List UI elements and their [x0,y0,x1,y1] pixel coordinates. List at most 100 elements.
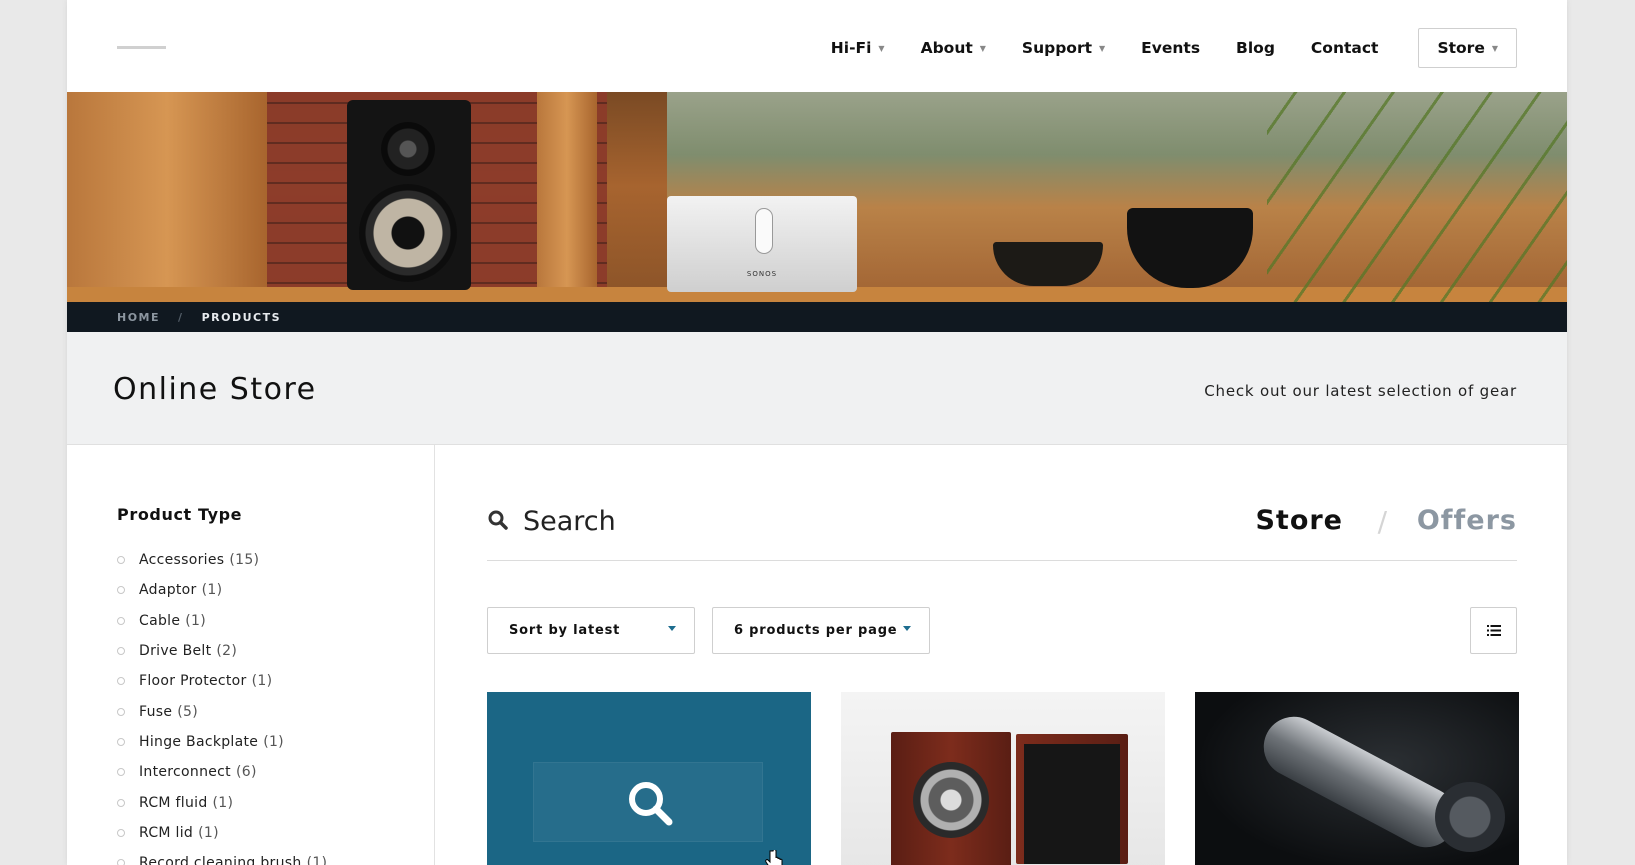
bullet-circle-icon [117,556,125,565]
nav-item-contact[interactable]: Contact [1311,39,1379,57]
list-view-button[interactable] [1470,607,1517,654]
caret-down-icon: ▼ [1491,43,1498,53]
sonos-device-image: SONOS [667,196,857,292]
category-item[interactable]: Adaptor (1) [117,575,327,605]
bullet-circle-icon [117,828,125,837]
category-count: (5) [177,703,199,720]
woofer [359,184,457,282]
category-label: Adaptor [139,582,197,599]
category-label: Interconnect [139,764,231,781]
nav-item-support[interactable]: Support ▼ [1022,39,1105,57]
nav-item-about[interactable]: About ▼ [921,39,986,57]
nav-item-blog[interactable]: Blog [1236,39,1275,57]
logo-placeholder[interactable] [117,46,166,49]
volume-control [755,208,773,254]
category-item[interactable]: RCM lid (1) [117,818,327,848]
category-item[interactable]: Record cleaning brush (1) [117,848,327,865]
category-label: Cable [139,612,181,629]
nav-item-hifi[interactable]: Hi-Fi ▼ [831,39,885,57]
sort-select-label: Sort by latest [509,623,621,638]
category-item[interactable]: Accessories (15) [117,545,327,575]
page-subtitle: Check out our latest selection of gear [1204,382,1517,400]
category-count: (6) [235,764,257,781]
sidebar-heading: Product Type [117,505,243,524]
category-label: Record cleaning brush [139,855,302,865]
nav-store-button[interactable]: Store ▼ [1418,28,1517,68]
main-nav: Hi-Fi ▼ About ▼ Support ▼ Events Blog Conta… [795,28,1517,68]
category-count: (1) [185,612,206,629]
category-count: (15) [229,552,260,569]
product-card[interactable] [487,692,811,865]
product-card[interactable] [1195,692,1519,865]
breadcrumb-home[interactable]: HOME [117,311,160,324]
category-item[interactable]: Floor Protector (1) [117,666,327,696]
per-page-select-label: 6 products per page [734,623,898,638]
caret-down-icon: ▼ [878,43,885,53]
hero-banner: SONOS [67,92,1567,302]
wood-post [537,92,597,302]
magnifier-icon[interactable] [627,780,675,828]
tonearm-knob [1435,782,1505,852]
category-label: Floor Protector [139,673,247,690]
category-count: (1) [263,733,284,750]
site-header: Hi-Fi ▼ About ▼ Support ▼ Events Blog Conta… [67,0,1567,92]
caret-down-icon [903,626,911,631]
bullet-circle-icon [117,707,125,716]
wood-panel [67,92,267,302]
product-card[interactable] [841,692,1165,865]
category-label: Fuse [139,703,173,720]
search-row: Store / Offers [487,495,1517,561]
search-input[interactable] [523,501,1023,541]
bullet-circle-icon [117,677,125,686]
category-count: (1) [251,673,273,690]
sort-select[interactable]: Sort by latest [487,607,695,654]
tab-store[interactable]: Store [1255,505,1343,536]
caret-down-icon: ▼ [1099,43,1106,53]
nav-label: Blog [1236,39,1275,57]
category-count: (1) [201,582,223,599]
per-page-select[interactable]: 6 products per page [712,607,930,654]
tonearm-image [1253,706,1467,858]
tab-offers[interactable]: Offers [1417,505,1517,536]
nav-item-events[interactable]: Events [1141,39,1200,57]
category-item[interactable]: Interconnect (6) [117,757,327,787]
category-item[interactable]: Drive Belt (2) [117,636,327,666]
speaker-image [891,732,1011,865]
speaker-image [1016,734,1128,864]
category-count: (1) [198,824,219,841]
category-item[interactable]: RCM fluid (1) [117,787,327,817]
bullet-circle-icon [117,616,125,625]
speaker-image [347,100,471,290]
page: Hi-Fi ▼ About ▼ Support ▼ Events Blog Conta… [67,0,1567,865]
bullet-circle-icon [117,859,125,865]
category-list: Accessories (15) Adaptor (1) Cable (1) Drive B… [117,545,327,865]
nav-label: Hi-Fi [830,39,872,57]
nav-label: About [920,39,973,57]
category-item[interactable]: Hinge Backplate (1) [117,727,327,757]
breadcrumb-current: PRODUCTS [201,310,282,324]
hand-cursor-icon [765,850,783,865]
plant-leaves [1267,92,1567,302]
breadcrumb-separator: / [178,310,184,324]
bullet-circle-icon [117,737,125,746]
caret-down-icon: ▼ [979,43,986,53]
list-view-icon [1486,625,1501,636]
category-label: Hinge Backplate [139,733,259,750]
main-content: Store / Offers Sort by latest 6 products… [487,445,1519,865]
category-count: (2) [216,643,238,660]
search-icon[interactable] [487,509,509,531]
category-label: RCM fluid [139,794,208,811]
nav-label: Store [1437,39,1485,57]
bullet-circle-icon [117,798,125,807]
tweeter [381,122,435,176]
bullet-circle-icon [117,586,125,595]
category-count: (1) [212,794,234,811]
category-label: Accessories [139,552,225,569]
category-item[interactable]: Fuse (5) [117,696,327,726]
page-title: Online Store [113,372,317,407]
nav-label: Events [1141,39,1201,57]
category-item[interactable]: Cable (1) [117,606,327,636]
title-band: Online Store Check out our latest select… [67,332,1567,445]
speaker-grill [1024,744,1120,864]
sidebar: Product Type Accessories (15) Adaptor (1) Ca… [67,445,435,865]
